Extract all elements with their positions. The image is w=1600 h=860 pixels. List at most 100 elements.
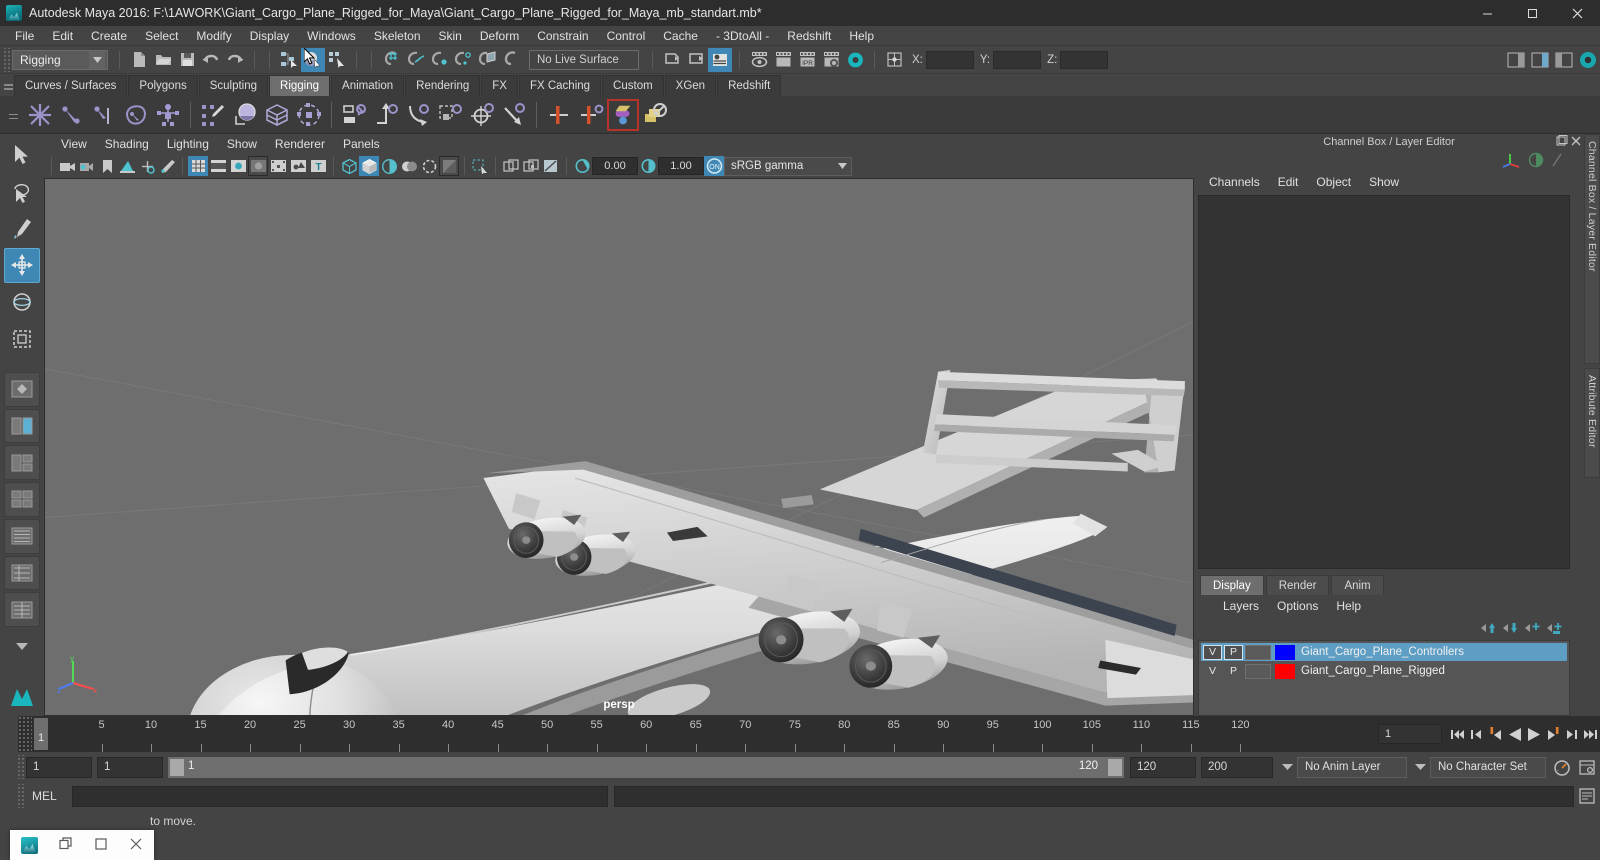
character-set-selector[interactable]: No Character Set — [1430, 756, 1546, 778]
smooth-shaded-icon[interactable] — [359, 156, 379, 176]
menu-set-selector[interactable]: Rigging — [12, 49, 108, 70]
play-forwards-icon[interactable] — [1524, 723, 1543, 745]
texture-toggle-icon[interactable]: T — [308, 156, 328, 176]
range-dropdown-icon[interactable] — [1278, 756, 1297, 778]
menu-file[interactable]: File — [6, 28, 43, 44]
layout-more-icon[interactable] — [4, 629, 40, 664]
animation-start-time-field[interactable]: 1 — [26, 756, 92, 778]
minimize-icon[interactable] — [1465, 0, 1510, 26]
viewport-menu-renderer[interactable]: Renderer — [266, 136, 334, 152]
render-current-frame-icon[interactable] — [747, 48, 771, 72]
shelf-tab-redshift[interactable]: Redshift — [717, 75, 782, 96]
range-slider-gripper[interactable] — [16, 755, 24, 779]
cluster-deformer-icon[interactable] — [293, 99, 325, 131]
save-scene-icon[interactable] — [175, 48, 199, 72]
maximize-icon[interactable] — [1510, 0, 1555, 26]
tab-display[interactable]: Display — [1200, 575, 1264, 595]
step-forward-frame-icon[interactable] — [1562, 723, 1581, 745]
isolate-select-icon[interactable] — [470, 156, 490, 176]
render-settings-icon[interactable] — [819, 48, 843, 72]
command-language-label[interactable]: MEL — [26, 789, 72, 803]
close-icon[interactable] — [1555, 0, 1600, 26]
layout-four-pane-icon[interactable] — [4, 482, 40, 517]
snap-to-projected-center-icon[interactable] — [451, 48, 475, 72]
hypershade-icon[interactable] — [843, 48, 867, 72]
create-ik-handle-icon[interactable] — [56, 99, 88, 131]
layer-visibility-toggle[interactable]: V — [1203, 644, 1222, 660]
show-channel-box-icon[interactable] — [1504, 48, 1528, 72]
new-scene-icon[interactable] — [127, 48, 151, 72]
viewport-menu-panels[interactable]: Panels — [334, 136, 389, 152]
menu-3dtoall[interactable]: - 3DtoAll - — [707, 28, 778, 44]
step-forward-key-icon[interactable] — [1543, 723, 1562, 745]
pole-vector-constraint-icon[interactable] — [498, 99, 530, 131]
shelf-tab-sculpting[interactable]: Sculpting — [198, 75, 269, 96]
layer-menu-help[interactable]: Help — [1327, 598, 1370, 614]
shelf-tab-polygons[interactable]: Polygons — [128, 75, 198, 96]
shadows-icon[interactable] — [419, 156, 439, 176]
command-line-gripper[interactable] — [16, 784, 24, 808]
layout-two-pane-icon[interactable] — [4, 408, 40, 444]
render-sequence-icon[interactable] — [771, 48, 795, 72]
select-by-hierarchy-icon[interactable] — [277, 48, 301, 72]
open-outliner-icon[interactable] — [660, 48, 684, 72]
status-line-gripper[interactable] — [2, 47, 10, 72]
make-live-icon[interactable] — [499, 48, 523, 72]
bookmark-icon[interactable] — [97, 156, 117, 176]
layout-single-icon[interactable] — [4, 371, 40, 407]
screen-space-ao-icon[interactable] — [439, 156, 459, 176]
menu-edit[interactable]: Edit — [43, 28, 82, 44]
shelf-tab-fx-caching[interactable]: FX Caching — [518, 75, 602, 96]
anim-layer-dropdown-icon[interactable] — [1411, 756, 1430, 778]
step-back-key-icon[interactable] — [1486, 723, 1505, 745]
auto-keyframe-icon[interactable]: - — [1550, 756, 1574, 778]
select-by-component-icon[interactable] — [325, 48, 349, 72]
channel-menu-edit[interactable]: Edit — [1269, 174, 1308, 190]
layer-display-type-toggle[interactable] — [1245, 644, 1271, 660]
shelf-tab-rigging[interactable]: Rigging — [269, 75, 331, 96]
layer-row-rigged[interactable]: V P Giant_Cargo_Plane_Rigged — [1201, 662, 1567, 680]
menu-skin[interactable]: Skin — [430, 28, 471, 44]
mirror-skin-weights-icon[interactable] — [575, 99, 607, 131]
channel-box-content[interactable] — [1198, 195, 1570, 569]
viewport-menu-shading[interactable]: Shading — [96, 136, 158, 152]
viewport-menu-show[interactable]: Show — [218, 136, 266, 152]
move-layer-down-icon[interactable] — [1502, 621, 1518, 638]
snap-to-grid-icon[interactable] — [379, 48, 403, 72]
coord-field-z[interactable] — [1060, 50, 1109, 69]
mirror-joint-icon[interactable] — [543, 99, 575, 131]
viewport-menu-lighting[interactable]: Lighting — [158, 136, 218, 152]
menu-modify[interactable]: Modify — [187, 28, 240, 44]
open-hypergraph-icon[interactable] — [684, 48, 708, 72]
lasso-select-tool[interactable] — [4, 175, 40, 210]
new-layer-from-selected-icon[interactable] — [1546, 621, 1562, 638]
viewport-menu-view[interactable]: View — [52, 136, 96, 152]
playback-start-time-field[interactable]: 1 — [97, 756, 163, 778]
range-slider-left-handle[interactable] — [170, 758, 184, 776]
snap-to-view-planes-icon[interactable] — [475, 48, 499, 72]
insert-joint-icon[interactable] — [120, 99, 152, 131]
open-scene-icon[interactable] — [151, 48, 175, 72]
rotate-tool[interactable] — [4, 285, 40, 320]
menu-cache[interactable]: Cache — [654, 28, 707, 44]
menu-redshift[interactable]: Redshift — [778, 28, 840, 44]
workspace-icon[interactable] — [1576, 48, 1600, 72]
create-ik-spline-handle-icon[interactable] — [88, 99, 120, 131]
coord-field-y[interactable] — [993, 50, 1042, 69]
show-attribute-editor-icon[interactable] — [1528, 48, 1552, 72]
undo-icon[interactable] — [199, 48, 223, 72]
range-slider[interactable]: 1 120 — [168, 756, 1124, 778]
isolate-toggle-icon[interactable] — [1528, 152, 1544, 171]
close-window-icon[interactable] — [129, 837, 143, 854]
snap-to-point-icon[interactable] — [427, 48, 451, 72]
layer-menu-options[interactable]: Options — [1268, 598, 1327, 614]
panel-drag-dots-left[interactable] — [1202, 141, 1316, 143]
xray-joints-2-icon[interactable] — [521, 156, 541, 176]
side-tab-channel-box[interactable]: Channel Box / Layer Editor — [1584, 134, 1600, 364]
menu-control[interactable]: Control — [598, 28, 655, 44]
layout-custom-icon[interactable] — [4, 592, 40, 628]
layer-playback-toggle[interactable]: P — [1224, 644, 1243, 660]
color-management-on-icon[interactable]: ON — [704, 156, 724, 176]
shelf-tab-curves-surfaces[interactable]: Curves / Surfaces — [14, 75, 128, 96]
maximize-window-icon[interactable] — [94, 837, 108, 854]
